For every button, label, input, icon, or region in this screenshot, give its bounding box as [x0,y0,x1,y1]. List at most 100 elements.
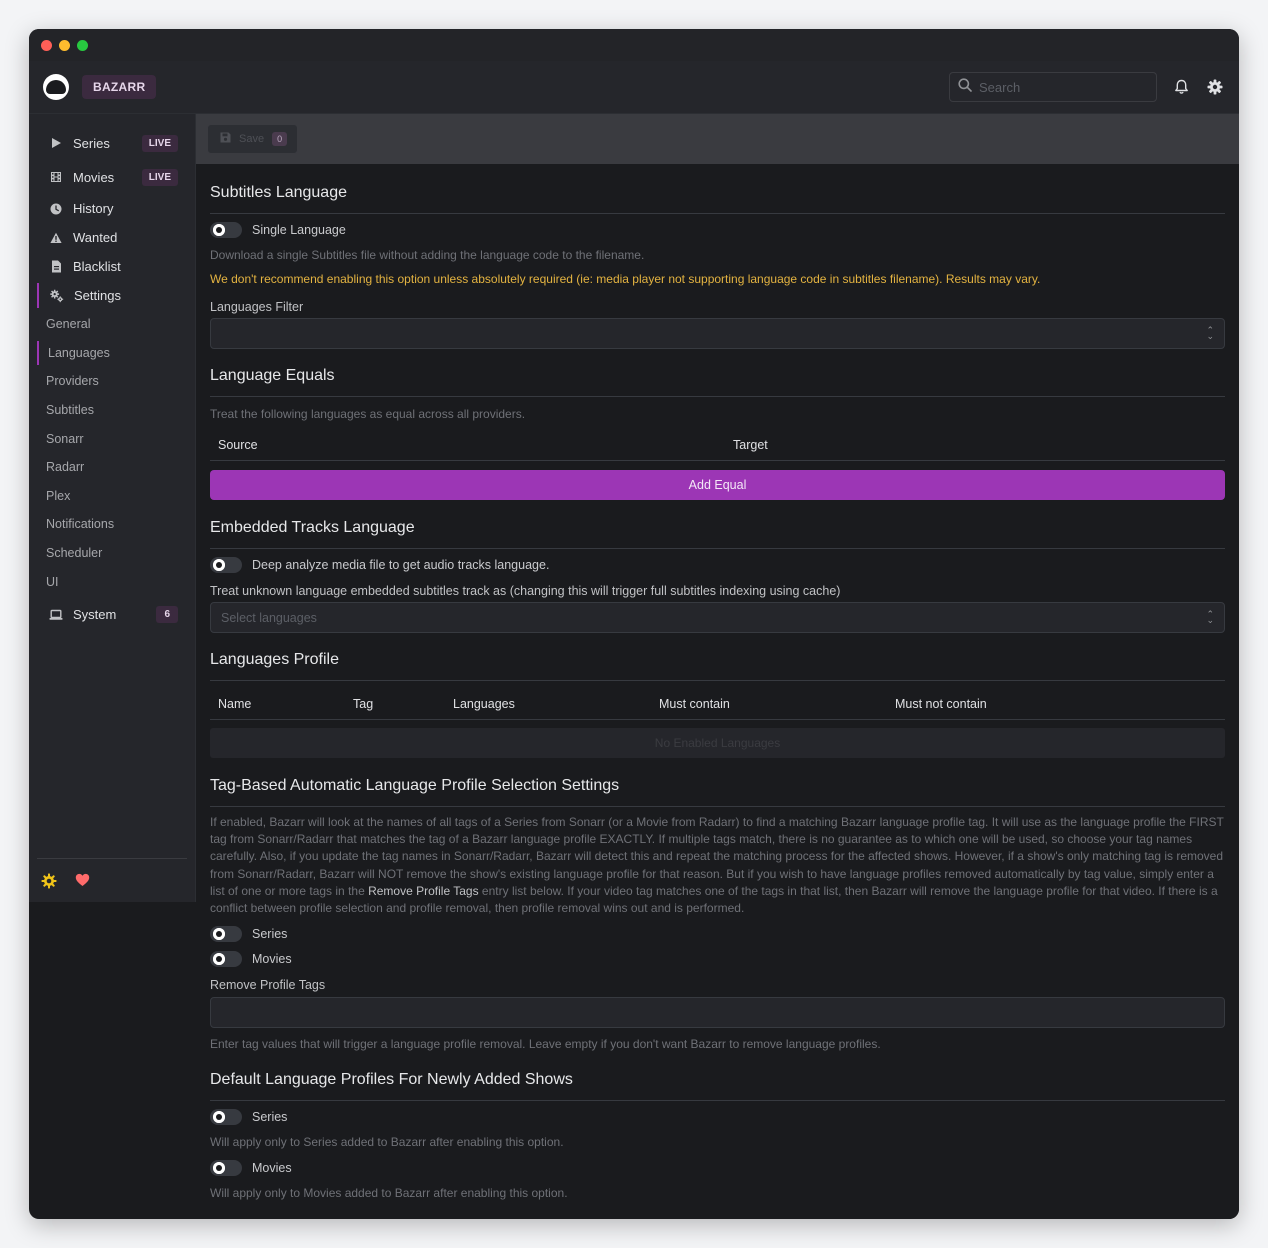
chevron-updown-icon: ⌃ ⌄ [1206,325,1214,341]
sidebar-item-label: Series [73,135,110,151]
notifications-bell-icon[interactable] [1171,77,1191,97]
settings-sub-general[interactable]: General [29,310,195,339]
deep-analyze-toggle[interactable] [210,557,242,573]
tag-movies-toggle[interactable] [210,951,242,967]
section-title-tag-based: Tag-Based Automatic Language Profile Sel… [210,777,1225,807]
column-target: Target [733,437,768,452]
default-series-row: Series [210,1106,1225,1128]
close-window-button[interactable] [41,39,52,51]
unknown-language-select[interactable]: Select languages ⌃ ⌄ [210,602,1225,633]
sidebar-item-history[interactable]: History [29,194,195,223]
tag-series-row: Series [210,923,1225,945]
language-equals-description: Treat the following languages as equal a… [210,407,526,421]
single-language-description: Download a single Subtitles file without… [210,248,645,262]
sidebar-item-label: System [73,607,117,623]
default-series-toggle[interactable] [210,1109,242,1125]
sidebar-item-series[interactable]: Series LIVE [29,126,195,160]
sidebar-item-label: Wanted [73,230,118,245]
settings-sub-scheduler[interactable]: Scheduler [29,539,195,568]
single-language-row: Single Language [210,219,1225,241]
gears-icon [50,289,64,303]
settings-sub-providers[interactable]: Providers [29,367,195,396]
title-bar [29,29,1239,61]
sidebar-item-label: Blacklist [73,259,121,274]
toolbar: Save 0 [196,114,1239,164]
tag-series-toggle[interactable] [210,926,242,942]
column-source: Source [218,437,258,452]
minimize-window-button[interactable] [59,39,70,51]
laptop-icon [49,608,63,622]
film-icon [49,170,63,184]
sidebar-item-label: Movies [73,169,115,185]
save-button-label: Save [239,133,265,145]
settings-sub-ui[interactable]: UI [29,567,195,596]
maximize-window-button[interactable] [77,39,88,51]
bazarr-logo-icon[interactable] [43,74,69,100]
brand-badge[interactable]: BAZARR [82,75,157,99]
default-series-label: Series [252,1110,288,1124]
settings-gear-icon[interactable] [1205,77,1225,97]
section-title-default-profiles: Default Language Profiles For Newly Adde… [210,1071,1225,1101]
section-title-subtitles-language: Subtitles Language [210,184,1225,214]
section-title-languages-profile: Languages Profile [210,651,1225,681]
settings-sub-subtitles[interactable]: Subtitles [29,396,195,425]
search-input[interactable] [979,79,1139,95]
save-count-badge: 0 [272,132,288,146]
main-content: Save 0 Subtitles Language Single Languag… [196,114,1239,1219]
system-count-badge: 6 [156,606,178,624]
chevron-updown-icon: ⌃ ⌄ [1206,609,1214,625]
settings-sub-radarr[interactable]: Radarr [29,453,195,482]
sidebar-item-system[interactable]: System 6 [29,598,195,632]
heart-icon[interactable] [75,873,90,894]
select-languages-placeholder: Select languages [221,610,317,625]
section-title-language-equals: Language Equals [210,367,1225,397]
single-language-warning: We don't recommend enabling this option … [210,272,1041,286]
app-window: BAZARR Series LIVE Movies LIVE [29,29,1239,1219]
remove-profile-tags-label: Remove Profile Tags [210,978,326,992]
sidebar-item-blacklist[interactable]: Blacklist [29,252,195,281]
sun-gear-icon[interactable] [41,873,57,894]
search-icon [958,77,972,97]
section-title-embedded-tracks: Embedded Tracks Language [210,519,1225,549]
default-movies-description: Will apply only to Movies added to Bazar… [210,1186,568,1200]
languages-filter-select[interactable]: ⌃ ⌄ [210,318,1225,349]
app-header: BAZARR [29,61,1239,114]
search-box[interactable] [949,72,1157,102]
deep-analyze-row: Deep analyze media file to get audio tra… [210,554,1225,576]
settings-sub-plex[interactable]: Plex [29,482,195,511]
clock-icon [49,202,63,216]
tag-based-description: If enabled, Bazarr will look at the name… [210,815,1224,916]
sidebar-item-movies[interactable]: Movies LIVE [29,160,195,194]
settings-sub-notifications[interactable]: Notifications [29,510,195,539]
warning-icon [49,231,63,245]
sidebar: Series LIVE Movies LIVE History Wanted B… [29,114,196,902]
sidebar-item-settings[interactable]: Settings [29,281,195,310]
add-equal-button[interactable]: Add Equal [210,470,1225,500]
column-languages: Languages [453,696,515,711]
languages-filter-label: Languages Filter [210,300,304,314]
profiles-table-header: Name Tag Languages Must contain Must not… [210,688,1225,720]
single-language-toggle[interactable] [210,222,242,238]
file-icon [49,260,63,274]
column-tag: Tag [353,696,374,711]
unknown-language-label: Treat unknown language embedded subtitle… [210,584,841,598]
sidebar-footer [37,858,187,894]
sidebar-item-label: History [73,201,114,216]
default-movies-row: Movies [210,1157,1225,1179]
deep-analyze-label: Deep analyze media file to get audio tra… [252,558,550,572]
tag-movies-row: Movies [210,948,1225,970]
sidebar-item-wanted[interactable]: Wanted [29,223,195,252]
settings-sub-sonarr[interactable]: Sonarr [29,424,195,453]
column-name: Name [218,696,252,711]
default-series-description: Will apply only to Series added to Bazar… [210,1135,564,1149]
live-badge: LIVE [141,134,178,152]
remove-profile-tags-description: Enter tag values that will trigger a lan… [210,1037,881,1051]
save-button[interactable]: Save 0 [207,124,299,154]
profiles-empty-row: No Enabled Languages [210,728,1225,758]
live-badge: LIVE [141,168,178,186]
remove-profile-tags-input[interactable] [210,997,1225,1028]
column-must-contain: Must contain [659,696,730,711]
settings-sub-languages[interactable]: Languages [29,339,195,368]
single-language-label: Single Language [252,223,346,237]
default-movies-toggle[interactable] [210,1160,242,1176]
